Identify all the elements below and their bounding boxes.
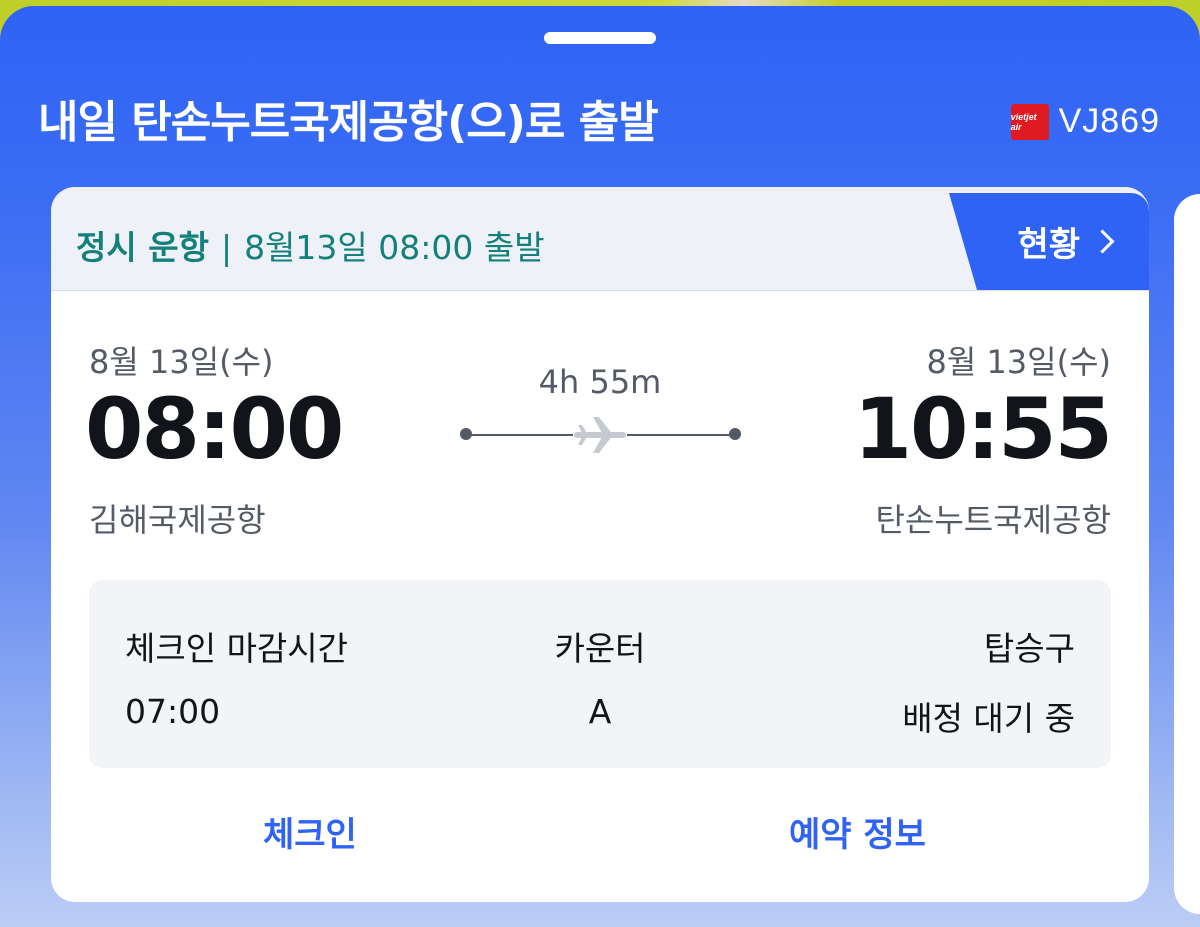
- arrival-airport: 탄손누트국제공항: [875, 501, 1111, 539]
- page-title: 내일 탄손누트국제공항(으)로 출발: [38, 97, 659, 148]
- gate-label: 탑승구: [983, 629, 1075, 668]
- gate-info: 탑승구 배정 대기 중: [902, 622, 1075, 740]
- flight-info-box: 체크인 마감시간 07:00 카운터 A 탑승구 배정 대기 중: [89, 580, 1111, 768]
- next-card-peek[interactable]: [1174, 194, 1200, 914]
- airplane-icon: [573, 413, 627, 457]
- status-bar: 정시 운항 | 8월13일 08:00 출발 현황: [51, 187, 1149, 291]
- chevron-right-icon: [1090, 229, 1115, 254]
- airline-logo: vietjet air: [1010, 103, 1049, 140]
- status-separator: |: [220, 228, 233, 267]
- route-start-dot: [460, 428, 472, 440]
- checkin-button[interactable]: 체크인: [263, 807, 357, 856]
- flight-badge: vietjet air VJ869: [1010, 102, 1160, 141]
- arrival-time: 10:55: [853, 380, 1113, 478]
- route-end-dot: [729, 428, 741, 440]
- departure-airport: 김해국제공항: [89, 501, 266, 539]
- gate-value: 배정 대기 중: [902, 699, 1075, 738]
- arrival-date: 8월 13일(수): [926, 343, 1111, 381]
- status-button-label: 현황: [1017, 225, 1080, 265]
- flight-status: 정시 운항: [76, 228, 209, 267]
- drag-handle[interactable]: [544, 32, 656, 44]
- departure-info: 8월13일 08:00 출발: [244, 228, 545, 267]
- booking-info-button[interactable]: 예약 정보: [789, 807, 926, 856]
- status-button[interactable]: 현황: [949, 193, 1149, 290]
- flight-number: VJ869: [1058, 102, 1160, 140]
- flight-card: 정시 운항 | 8월13일 08:00 출발 현황 8월 13일(수) 08:00 …: [51, 187, 1149, 902]
- airline-logo-text: vietjet air: [1010, 111, 1037, 132]
- status-text: 정시 운항 | 8월13일 08:00 출발: [76, 221, 545, 269]
